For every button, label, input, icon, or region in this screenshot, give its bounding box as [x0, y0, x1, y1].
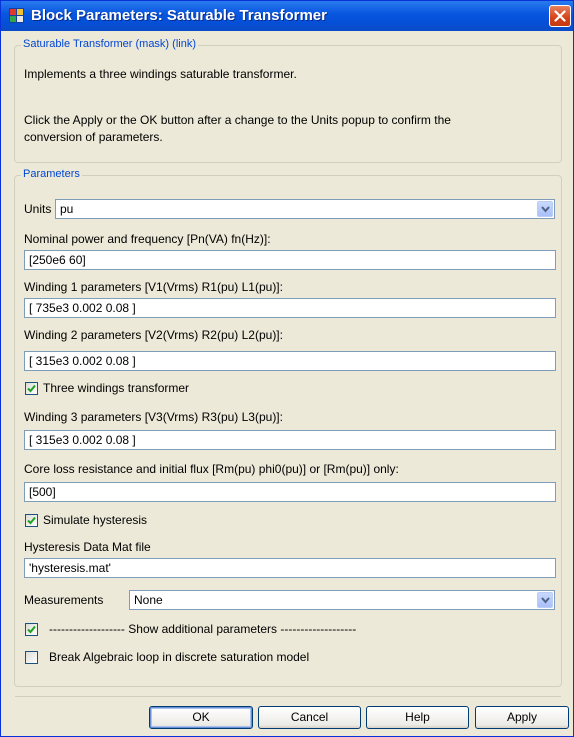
simulate-hysteresis-checkbox[interactable] [25, 514, 38, 527]
three-windings-label[interactable]: Three windings transformer [43, 381, 189, 395]
checkmark-icon [27, 384, 36, 393]
measurements-label: Measurements [24, 593, 104, 607]
hysteresis-file-label: Hysteresis Data Mat file [24, 540, 151, 554]
winding1-label: Winding 1 parameters [V1(Vrms) R1(pu) L1… [24, 280, 283, 294]
nominal-power-input[interactable]: [250e6 60] [24, 250, 556, 270]
winding2-input[interactable]: [ 315e3 0.002 0.08 ] [24, 351, 556, 371]
units-select[interactable]: pu [55, 199, 555, 219]
winding3-label: Winding 3 parameters [V3(Vrms) R3(pu) L3… [24, 410, 283, 424]
mask-description-line-3: conversion of parameters. [24, 130, 163, 144]
mask-description-group: Saturable Transformer (mask) (link) Impl… [14, 38, 562, 163]
apply-button[interactable]: Apply [475, 706, 569, 729]
core-loss-label: Core loss resistance and initial flux [R… [24, 462, 399, 476]
measurements-select-value: None [134, 593, 163, 607]
parameters-group: Parameters Units pu Nominal power and fr… [14, 168, 562, 687]
cancel-button[interactable]: Cancel [258, 706, 361, 729]
show-additional-checkbox[interactable] [25, 623, 38, 636]
simulink-block-icon [9, 8, 24, 23]
mask-group-legend: Saturable Transformer (mask) (link) [21, 38, 198, 50]
core-loss-input[interactable]: [500] [24, 482, 556, 502]
chevron-down-icon [541, 206, 550, 213]
three-windings-checkbox[interactable] [25, 382, 38, 395]
block-parameters-dialog: Block Parameters: Saturable Transformer … [0, 0, 574, 737]
units-label: Units [24, 202, 52, 216]
checkmark-icon [27, 625, 36, 634]
winding2-label: Winding 2 parameters [V2(Vrms) R2(pu) L2… [24, 328, 283, 342]
close-button[interactable] [549, 5, 571, 27]
show-additional-label[interactable]: ------------------- Show additional para… [49, 622, 356, 636]
chevron-down-icon [541, 597, 550, 604]
help-button[interactable]: Help [366, 706, 469, 729]
measurements-dropdown-arrow[interactable] [537, 592, 553, 608]
close-icon [554, 10, 566, 22]
checkmark-icon [27, 516, 36, 525]
button-separator [15, 696, 561, 697]
winding3-input[interactable]: [ 315e3 0.002 0.08 ] [24, 430, 556, 450]
mask-description-line-1: Implements a three windings saturable tr… [24, 67, 297, 81]
break-loop-label[interactable]: Break Algebraic loop in discrete saturat… [49, 650, 309, 664]
break-loop-checkbox[interactable] [25, 651, 38, 664]
ok-button[interactable]: OK [149, 706, 253, 729]
simulate-hysteresis-label[interactable]: Simulate hysteresis [43, 513, 147, 527]
units-select-value: pu [60, 202, 74, 216]
window-title: Block Parameters: Saturable Transformer [31, 7, 327, 24]
hysteresis-file-input[interactable]: 'hysteresis.mat' [24, 558, 556, 578]
units-dropdown-arrow[interactable] [537, 201, 553, 217]
measurements-select[interactable]: None [129, 590, 555, 610]
title-bar[interactable]: Block Parameters: Saturable Transformer [1, 1, 573, 31]
parameters-group-legend: Parameters [21, 168, 82, 180]
nominal-power-label: Nominal power and frequency [Pn(VA) fn(H… [24, 232, 271, 246]
mask-description-line-2: Click the Apply or the OK button after a… [24, 113, 451, 127]
winding1-input[interactable]: [ 735e3 0.002 0.08 ] [24, 298, 556, 318]
